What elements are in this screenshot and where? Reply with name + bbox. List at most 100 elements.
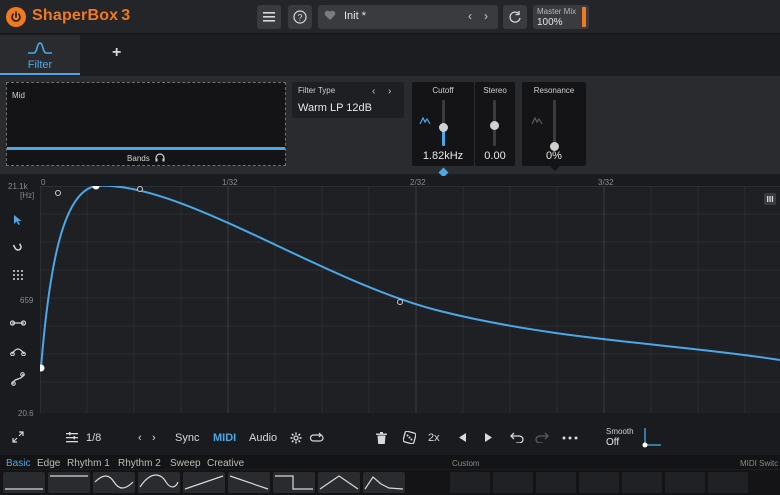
power-icon[interactable]	[6, 7, 26, 27]
envelope-canvas[interactable]	[37, 182, 780, 413]
play-icon[interactable]	[484, 433, 492, 442]
preset-selector[interactable]: Init * ‹ ›	[318, 5, 498, 29]
grid-snap-tool[interactable]	[8, 266, 28, 284]
band-display[interactable]: Mid Bands	[6, 82, 286, 166]
midi-button[interactable]: MIDI	[213, 432, 236, 444]
curve-handle[interactable]	[55, 190, 61, 196]
filter-type-selector[interactable]: Filter Type ‹ › Warm LP 12dB	[292, 82, 404, 118]
stereo-slider-thumb[interactable]	[490, 121, 499, 130]
tab-basic[interactable]: Basic	[6, 458, 30, 469]
y-label-mid: 659	[20, 296, 34, 305]
tab-filter[interactable]: Filter	[0, 35, 80, 75]
y-label-unit: [Hz]	[20, 191, 35, 200]
preset-prev-button[interactable]: ‹	[468, 9, 472, 23]
cutoff-slider-thumb[interactable]	[439, 123, 448, 133]
refresh-button[interactable]	[503, 5, 527, 29]
curve-tool[interactable]	[8, 342, 28, 360]
custom-slot[interactable]	[579, 472, 619, 493]
more-icon[interactable]	[562, 436, 578, 440]
tab-edge[interactable]: Edge	[37, 458, 60, 469]
y-label-bottom: 20.6	[18, 409, 34, 418]
resonance-track[interactable]	[553, 100, 556, 146]
redo-icon[interactable]	[535, 432, 549, 443]
custom-slot[interactable]	[665, 472, 705, 493]
mod-wave-icon[interactable]	[531, 116, 543, 126]
envelope-graph[interactable]: 0 1/32 2/32 3/32	[37, 178, 780, 413]
shape-preset[interactable]	[273, 472, 315, 493]
shape-preset[interactable]	[93, 472, 135, 493]
bands-toggle[interactable]: Bands	[7, 153, 285, 163]
sync-button[interactable]: Sync	[175, 432, 199, 444]
filter-type-prev[interactable]: ‹	[372, 86, 375, 97]
graph-menu-button[interactable]	[764, 193, 776, 205]
headphones-icon[interactable]	[155, 153, 165, 162]
pointer-tool[interactable]	[8, 211, 28, 229]
heart-icon[interactable]	[324, 10, 336, 21]
curve-handle[interactable]	[137, 186, 143, 192]
menu-button[interactable]	[257, 5, 281, 29]
trash-icon[interactable]	[376, 432, 387, 444]
multiplier-button[interactable]: 2x	[428, 432, 440, 444]
shape-preset[interactable]	[183, 472, 225, 493]
shape-preset[interactable]	[363, 472, 405, 493]
smooth-control[interactable]: Smooth Off	[606, 427, 634, 448]
shape-preset[interactable]	[138, 472, 180, 493]
tab-row: Filter +	[0, 35, 780, 75]
undo-icon[interactable]	[510, 432, 524, 443]
grid-next-button[interactable]: ›	[152, 432, 156, 444]
bottom-toolbar: 1/8 ‹ › Sync MIDI Audio 2x Smooth Off	[0, 423, 780, 455]
grid-dots-icon	[13, 270, 23, 280]
custom-slot[interactable]	[493, 472, 533, 493]
shape-preset[interactable]	[48, 472, 90, 493]
tab-sweep[interactable]: Sweep	[170, 458, 201, 469]
cutoff-control[interactable]: Cutoff 1.82kHz	[412, 82, 474, 166]
expand-icon[interactable]	[12, 431, 24, 443]
custom-slot[interactable]	[708, 472, 748, 493]
shape-preset[interactable]	[3, 472, 45, 493]
tab-rhythm-2[interactable]: Rhythm 2	[118, 458, 161, 469]
cutoff-label: Cutoff	[432, 86, 454, 95]
preset-next-button[interactable]: ›	[484, 9, 488, 23]
stereo-label: Stereo	[483, 86, 507, 95]
grid-size-value[interactable]: 1/8	[86, 432, 101, 444]
s-curve-icon	[11, 372, 25, 386]
magnet-tool[interactable]	[8, 238, 28, 256]
filter-type-label: Filter Type	[298, 86, 336, 95]
smooth-value: Off	[606, 437, 620, 448]
filter-icon	[28, 42, 52, 54]
custom-label: Custom	[452, 459, 480, 468]
resonance-control[interactable]: Resonance 0%	[522, 82, 586, 166]
custom-slot[interactable]	[536, 472, 576, 493]
shape-preset[interactable]	[318, 472, 360, 493]
add-tab-button[interactable]: +	[112, 44, 121, 62]
tab-rhythm-1[interactable]: Rhythm 1	[67, 458, 110, 469]
audio-button[interactable]: Audio	[249, 432, 277, 444]
filter-type-next[interactable]: ›	[388, 86, 391, 97]
grid-prev-button[interactable]: ‹	[138, 432, 142, 444]
gear-icon[interactable]	[290, 432, 302, 444]
smooth-slider[interactable]	[642, 427, 662, 449]
smooth-label: Smooth	[606, 427, 634, 436]
midi-switch-label: MIDI Switc	[740, 459, 779, 468]
master-mix-label: Master Mix	[537, 7, 577, 16]
custom-slot[interactable]	[622, 472, 662, 493]
master-mix-bar[interactable]	[582, 7, 586, 27]
grid-size-icon[interactable]	[66, 432, 78, 443]
dice-icon[interactable]	[403, 431, 416, 444]
custom-slot[interactable]	[450, 472, 490, 493]
mod-wave-icon[interactable]	[419, 116, 431, 126]
help-icon: ?	[293, 10, 307, 24]
band-line[interactable]	[7, 147, 285, 150]
shape-category-tabs: Basic Edge Rhythm 1 Rhythm 2 Sweep Creat…	[0, 455, 780, 469]
loop-icon[interactable]	[310, 432, 324, 444]
filter-type-value: Warm LP 12dB	[298, 102, 372, 114]
line-tool[interactable]	[8, 314, 28, 332]
stereo-control[interactable]: Stereo 0.00	[475, 82, 515, 166]
curve-handle[interactable]	[397, 299, 403, 305]
tab-creative[interactable]: Creative	[207, 458, 244, 469]
master-mix-control[interactable]: Master Mix 100%	[533, 5, 589, 29]
shape-preset[interactable]	[228, 472, 270, 493]
play-reverse-icon[interactable]	[459, 433, 467, 442]
help-button[interactable]: ?	[288, 5, 312, 29]
s-curve-tool[interactable]	[8, 370, 28, 388]
